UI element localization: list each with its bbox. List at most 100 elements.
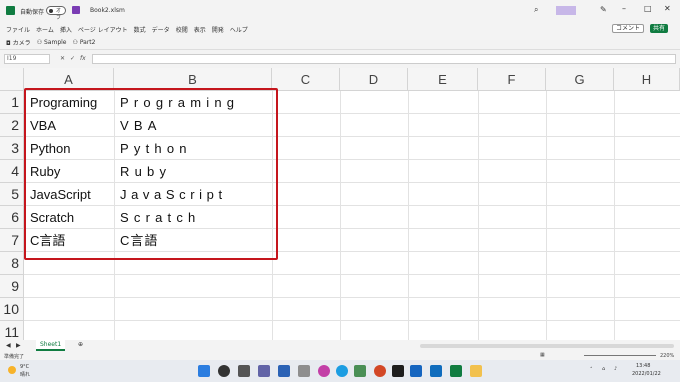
minimize-icon[interactable]: – <box>622 4 626 13</box>
word-ui-icon[interactable] <box>278 365 290 377</box>
network-icon[interactable]: ⌂ <box>602 366 605 372</box>
tab-data[interactable]: データ <box>152 25 170 34</box>
share-button[interactable]: 共有 <box>650 24 669 33</box>
fx-icon[interactable]: fx <box>80 55 86 62</box>
search-icon[interactable] <box>218 365 230 377</box>
tray-chevron-icon[interactable]: ˄ <box>590 367 593 373</box>
tab-view[interactable]: 表示 <box>194 25 206 34</box>
chat-icon[interactable] <box>258 365 270 377</box>
user-avatar[interactable] <box>556 6 576 15</box>
app-icon[interactable] <box>374 365 386 377</box>
app-icon[interactable] <box>354 365 366 377</box>
next-sheet-icon[interactable]: ▶ <box>16 342 21 349</box>
sheet-tab-label: Sheet1 <box>40 341 62 348</box>
part2-label: Part2 <box>79 39 96 46</box>
tab-review[interactable]: 校閲 <box>176 25 188 34</box>
excel-taskbar-icon[interactable] <box>450 365 462 377</box>
autosave-toggle-knob <box>49 9 53 13</box>
weather-condition: 晴れ <box>20 372 31 378</box>
close-icon[interactable]: ✕ <box>664 4 671 13</box>
row-header-8[interactable]: 8 <box>0 252 24 275</box>
row-header-7[interactable]: 7 <box>0 229 24 252</box>
row-header-1[interactable]: 1 <box>0 91 24 114</box>
app-icon[interactable] <box>318 365 330 377</box>
prev-sheet-icon[interactable]: ◀ <box>6 342 11 349</box>
edge-icon[interactable] <box>336 365 348 377</box>
column-header-g[interactable]: G <box>546 68 614 91</box>
excel-logo-icon <box>6 6 15 15</box>
row-header-5[interactable]: 5 <box>0 183 24 206</box>
macro-icon: ⚇ <box>72 39 78 46</box>
ribbon-tabs: ファイル ホーム 挿入 ページ レイアウト 数式 データ 校閲 表示 開発 ヘル… <box>0 22 680 36</box>
autosave-toggle[interactable]: オフ <box>46 6 66 21</box>
row-header-3[interactable]: 3 <box>0 137 24 160</box>
sheet-tab[interactable]: Sheet1 <box>36 340 66 351</box>
autosave-state: オフ <box>56 8 62 21</box>
column-header-e[interactable]: E <box>408 68 478 91</box>
save-icon[interactable] <box>72 6 80 14</box>
column-header-d[interactable]: D <box>340 68 408 91</box>
sheet-tabs-bar: ◀ ▶ Sheet1 ⊕ <box>0 340 680 352</box>
tab-page-layout[interactable]: ページ レイアウト <box>78 25 128 34</box>
tab-help[interactable]: ヘルプ <box>230 25 248 34</box>
gridline <box>408 91 409 340</box>
outlook-icon[interactable] <box>430 365 442 377</box>
row-header-2[interactable]: 2 <box>0 114 24 137</box>
maximize-icon[interactable]: □ <box>644 4 652 13</box>
app-icon[interactable] <box>298 365 310 377</box>
tab-formulas[interactable]: 数式 <box>134 25 146 34</box>
macro-icon: ⚇ <box>36 39 43 46</box>
task-view-icon[interactable] <box>238 365 250 377</box>
app-icon[interactable] <box>392 365 404 377</box>
tab-file[interactable]: ファイル <box>6 25 30 34</box>
formula-input[interactable] <box>92 54 676 64</box>
horizontal-scrollbar[interactable] <box>420 344 674 348</box>
worksheet-grid[interactable]: A B C D E F G H 1 2 3 4 5 6 7 8 9 10 11 … <box>0 68 680 340</box>
row-header-10[interactable]: 10 <box>0 298 24 321</box>
camera-icon: ◘ <box>6 40 11 47</box>
comment-button[interactable]: コメント <box>612 24 645 33</box>
status-bar: 準備完了 ▦ 220% <box>0 352 680 360</box>
filename: Book2.xlsm <box>90 7 125 14</box>
pen-icon[interactable]: ✎ <box>600 5 607 14</box>
volume-icon[interactable]: ♪ <box>614 366 617 372</box>
app-icon[interactable] <box>410 365 422 377</box>
formula-bar: I19 ✕ ✓ fx <box>0 52 680 66</box>
gridline <box>24 297 680 298</box>
normal-view-icon[interactable]: ▦ <box>540 352 545 358</box>
search-icon[interactable]: ⌕ <box>534 5 538 15</box>
row-header-9[interactable]: 9 <box>0 275 24 298</box>
gridline <box>614 91 615 340</box>
gridline <box>340 91 341 340</box>
column-header-f[interactable]: F <box>478 68 546 91</box>
row-header-4[interactable]: 4 <box>0 160 24 183</box>
tab-developer[interactable]: 開発 <box>212 25 224 34</box>
cancel-icon[interactable]: ✕ <box>60 55 65 62</box>
highlight-box <box>24 88 278 260</box>
column-header-c[interactable]: C <box>272 68 340 91</box>
tab-home[interactable]: ホーム <box>36 25 54 34</box>
add-sheet-icon[interactable]: ⊕ <box>78 341 83 348</box>
sample-label: Sample <box>44 39 67 46</box>
sample-button[interactable]: ⚇ Sample <box>37 39 67 46</box>
gridline <box>478 91 479 340</box>
weather-icon <box>8 366 16 374</box>
row-header-6[interactable]: 6 <box>0 206 24 229</box>
select-all-corner[interactable] <box>0 68 24 91</box>
autosave-label: 自動保存 <box>20 9 45 16</box>
row-header-11[interactable]: 11 <box>0 321 24 340</box>
clock-date[interactable]: 2022/01/22 <box>632 371 661 377</box>
column-header-h[interactable]: H <box>614 68 680 91</box>
camera-label: カメラ <box>12 40 31 47</box>
comment-button-label: コメント <box>616 25 641 32</box>
part2-button[interactable]: ⚇ Part2 <box>73 39 96 46</box>
clock-time[interactable]: 13:48 <box>636 363 650 369</box>
zoom-level[interactable]: 220% <box>660 353 674 359</box>
file-explorer-icon[interactable] <box>470 365 482 377</box>
zoom-slider[interactable] <box>584 355 656 356</box>
tab-insert[interactable]: 挿入 <box>60 25 72 34</box>
start-icon[interactable] <box>198 365 210 377</box>
camera-button[interactable]: ◘ カメラ <box>6 38 31 47</box>
name-box[interactable]: I19 <box>4 54 50 64</box>
confirm-icon[interactable]: ✓ <box>70 55 75 62</box>
